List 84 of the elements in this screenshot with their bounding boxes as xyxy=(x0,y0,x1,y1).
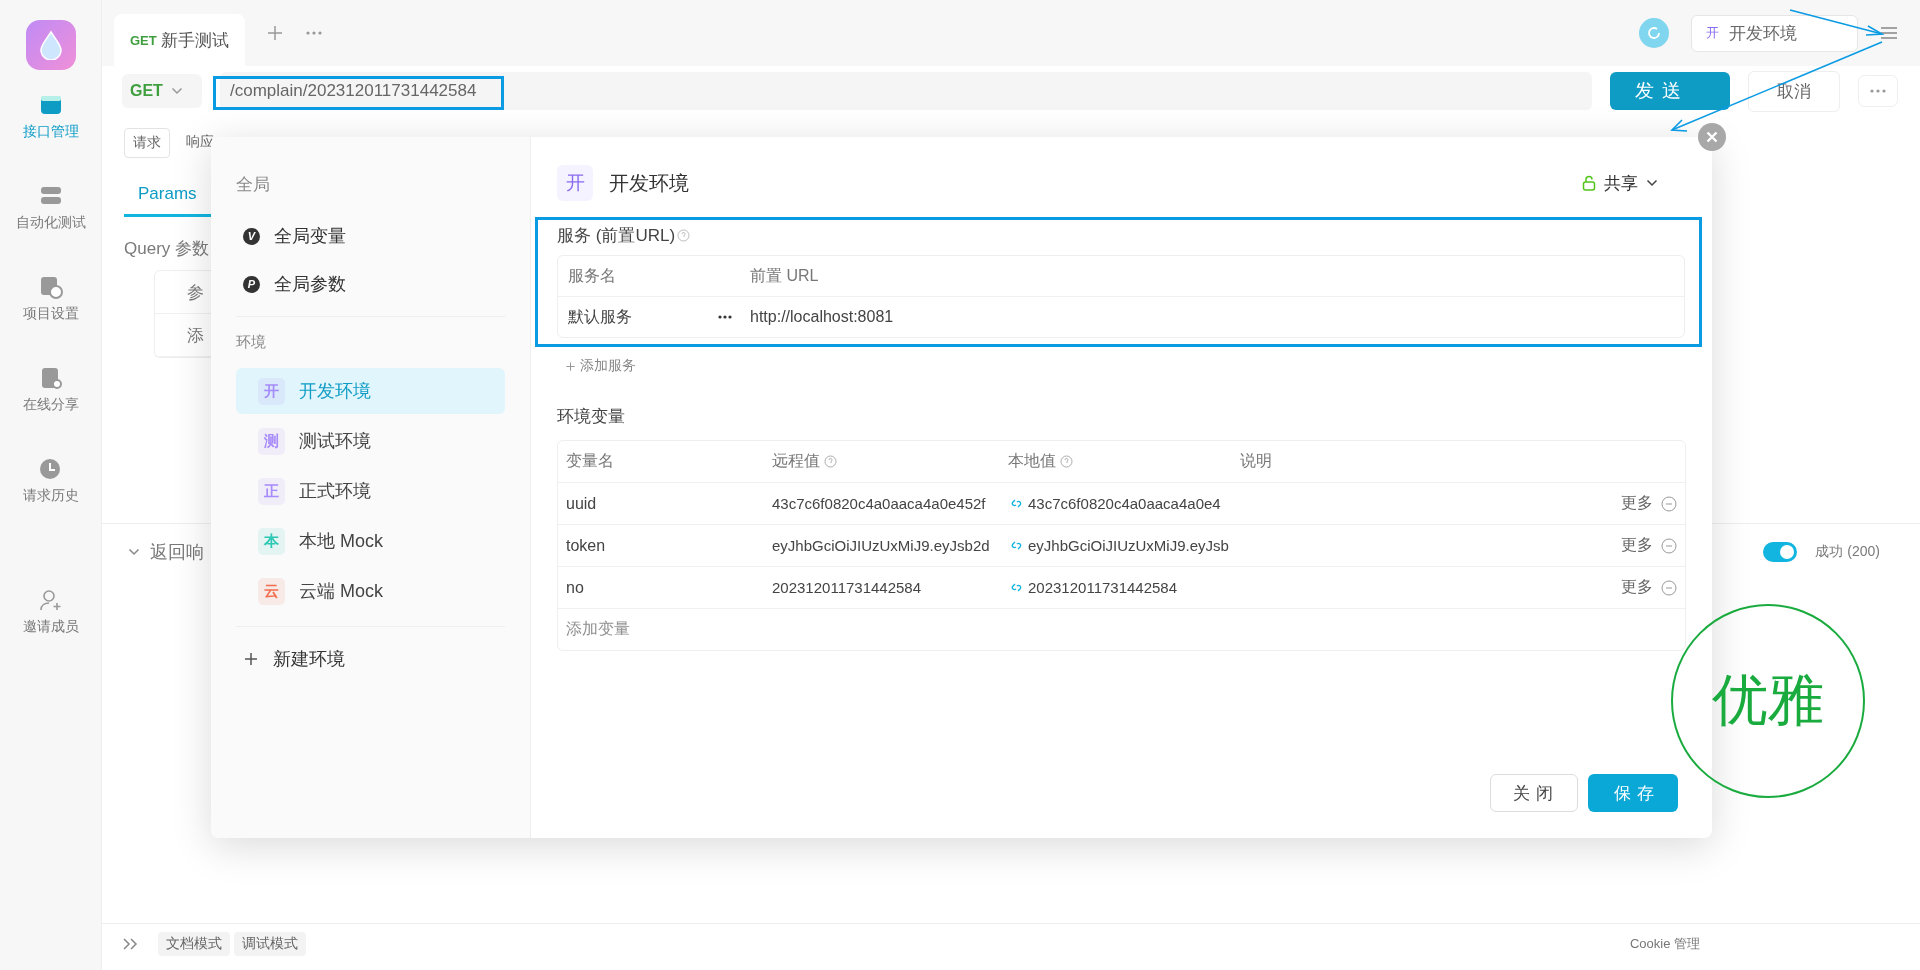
environment-select[interactable]: 开 开发环境 xyxy=(1691,14,1858,52)
environment-item[interactable]: 云 云端 Mock xyxy=(236,568,505,614)
help-icon xyxy=(824,455,837,468)
environment-item[interactable]: 测 测试环境 xyxy=(236,418,505,464)
response-header[interactable]: 返回响 xyxy=(128,540,204,564)
sidebar-item[interactable]: 请求历史 xyxy=(22,456,79,505)
more-link[interactable]: 更多 xyxy=(1621,535,1653,556)
more-icon[interactable] xyxy=(718,315,732,319)
table-cell-text: 43c7c6f0820c4a0aaca4a0e452f xyxy=(772,495,987,512)
refresh-icon[interactable] xyxy=(1639,18,1669,48)
remove-icon[interactable] xyxy=(1661,495,1677,512)
link-icon[interactable] xyxy=(1010,539,1023,552)
link-icon[interactable] xyxy=(1010,497,1023,510)
help-icon xyxy=(677,229,691,242)
table-cell-text: no xyxy=(566,578,585,597)
method-select[interactable]: GET xyxy=(122,74,202,108)
more-link[interactable]: 更多 xyxy=(1621,577,1653,598)
chevron-down-icon xyxy=(128,548,140,556)
column-header: 本地值 xyxy=(1008,451,1056,471)
query-label: Query 参数 xyxy=(124,239,210,258)
environment-item[interactable]: 开 开发环境 xyxy=(236,368,505,414)
column-header: 前置 URL xyxy=(750,265,819,286)
column-header: 说明 xyxy=(1240,452,1272,469)
global-item[interactable]: P 全局参数 xyxy=(236,260,346,308)
add-service-button[interactable]: 添加服务 xyxy=(565,357,636,375)
column-header: 远程值 xyxy=(772,451,820,471)
section-heading: 服务 (前置URL) xyxy=(557,225,676,247)
more-link[interactable]: 更多 xyxy=(1621,493,1653,514)
share-select[interactable]: 共享 xyxy=(1582,171,1658,195)
add-row-link[interactable]: 添 xyxy=(187,323,204,347)
global-item[interactable]: V 全局变量 xyxy=(236,212,346,260)
section-heading: 环境变量 xyxy=(557,407,625,426)
table-cell-text: eyJhbGciOiJIUzUxMiJ9.eyJsb2d xyxy=(772,537,991,554)
section-heading: 全局 xyxy=(236,175,270,194)
remove-icon[interactable] xyxy=(1661,579,1677,596)
unlock-icon xyxy=(1582,175,1596,191)
section-heading: 环境 xyxy=(236,333,266,350)
table-cell-text: eyJhbGciOiJIUzUxMiJ9.eyJsb xyxy=(1028,537,1230,554)
table-header: 参 xyxy=(187,281,204,304)
add-user-icon xyxy=(37,587,64,613)
annotation-stamp: 优雅 xyxy=(1671,604,1865,798)
sidebar-item[interactable]: 接口管理 xyxy=(22,92,79,141)
table-cell: http://localhost:8081 xyxy=(750,308,894,326)
link-icon[interactable] xyxy=(1010,581,1023,594)
table-cell-text: uuid xyxy=(566,494,598,513)
app-logo xyxy=(25,20,76,70)
cancel-button[interactable]: 取消 xyxy=(1748,70,1840,112)
environment-item[interactable]: 正 正式环境 xyxy=(236,468,505,514)
new-environment-button[interactable]: 新建环境 xyxy=(236,635,345,683)
send-button[interactable]: 发送 xyxy=(1610,72,1730,110)
sidebar-item[interactable]: 项目设置 xyxy=(22,274,79,323)
sidebar-item[interactable]: 在线分享 xyxy=(22,365,79,414)
menu-icon[interactable] xyxy=(1880,26,1898,40)
plus-icon xyxy=(243,651,259,667)
close-icon[interactable] xyxy=(1698,123,1726,151)
close-button[interactable]: 关闭 xyxy=(1490,774,1578,812)
sidebar-item[interactable]: 邀请成员 xyxy=(22,587,79,636)
environment-badge: 开 xyxy=(557,165,593,201)
cookie-link[interactable]: Cookie 管理 xyxy=(1629,935,1700,953)
chevron-down-icon xyxy=(1646,179,1658,187)
url-field[interactable]: /complain/202312011731442584 xyxy=(220,72,1592,110)
table-cell-text: 202312011731442584 xyxy=(772,579,923,596)
table-cell-text: 默认服务 xyxy=(567,306,633,327)
sidebar-item[interactable]: 自动化测试 xyxy=(15,183,86,232)
document-tab[interactable]: GET 新手测试 xyxy=(114,14,245,66)
expand-icon[interactable] xyxy=(122,938,138,950)
chevron-down-icon xyxy=(170,87,183,95)
column-header: 变量名 xyxy=(566,452,614,469)
plus-icon xyxy=(565,360,576,372)
environment-item[interactable]: 本 本地 Mock xyxy=(236,518,505,564)
request-tab[interactable]: 请求 xyxy=(124,128,170,158)
mode-tab[interactable]: 文档模式 xyxy=(158,932,230,956)
table-cell-text: 202312011731442584 xyxy=(1028,579,1179,596)
mode-tab[interactable]: 调试模式 xyxy=(234,932,306,956)
remove-icon[interactable] xyxy=(1661,537,1677,554)
column-header: 服务名 xyxy=(567,265,617,286)
add-variable-field[interactable]: 添加变量 xyxy=(566,619,630,640)
table-cell-text: token xyxy=(566,536,607,555)
toggle-switch[interactable] xyxy=(1763,542,1798,562)
table-cell-text: 43c7c6f0820c4a0aaca4a0e4 xyxy=(1028,495,1222,512)
add-tab-icon[interactable] xyxy=(266,25,283,41)
status-select[interactable]: 成功 (200) xyxy=(1815,543,1880,561)
help-icon xyxy=(1060,455,1073,468)
environment-title: 开发环境 xyxy=(609,170,689,196)
